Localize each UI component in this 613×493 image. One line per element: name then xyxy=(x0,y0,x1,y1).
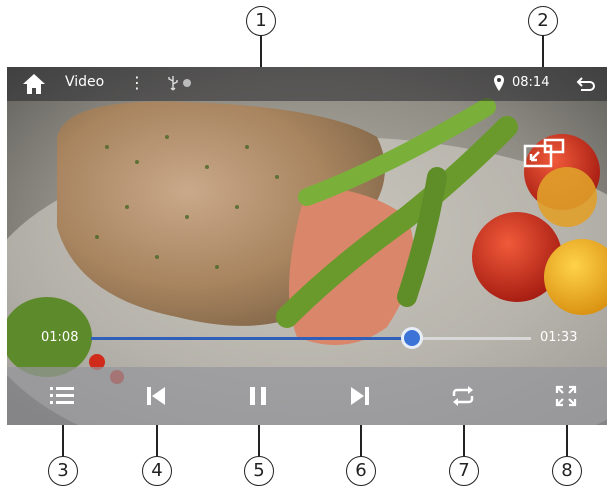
playlist-button[interactable] xyxy=(45,379,79,413)
callout-1: 1 xyxy=(246,6,276,36)
total-time: 01:33 xyxy=(540,330,578,345)
list-icon xyxy=(50,387,74,404)
top-status-bar: Video ⋮ 08:14 xyxy=(7,67,607,101)
app-title: Video xyxy=(65,74,105,90)
skip-next-icon xyxy=(351,387,369,405)
progress-bar[interactable] xyxy=(91,327,531,349)
control-bar xyxy=(7,367,607,425)
picture-in-picture-icon[interactable] xyxy=(523,138,565,170)
progress-fill xyxy=(91,337,413,340)
fullscreen-icon xyxy=(555,385,577,407)
next-button[interactable] xyxy=(343,379,377,413)
status-dot xyxy=(183,79,191,87)
clock: 08:14 xyxy=(512,75,550,90)
callout-4-line xyxy=(156,424,158,456)
callout-2: 2 xyxy=(528,6,558,36)
video-player-screen: Video ⋮ 08:14 01:08 01:33 xyxy=(7,67,607,425)
home-icon[interactable] xyxy=(21,72,47,96)
progress-handle[interactable] xyxy=(401,327,424,349)
callout-8: 8 xyxy=(552,456,582,486)
back-icon[interactable] xyxy=(575,74,597,94)
callout-7: 7 xyxy=(449,456,479,486)
callout-3: 3 xyxy=(48,456,78,486)
skip-previous-icon xyxy=(147,387,165,405)
callout-6-line xyxy=(360,424,362,456)
progress-area: 01:08 01:33 xyxy=(7,325,607,355)
menu-icon[interactable]: ⋮ xyxy=(129,73,145,93)
pause-icon xyxy=(250,387,266,405)
repeat-icon xyxy=(452,386,474,406)
previous-button[interactable] xyxy=(139,379,173,413)
pause-button[interactable] xyxy=(241,379,275,413)
callout-8-line xyxy=(566,424,568,456)
callout-7-line xyxy=(463,424,465,456)
callout-6: 6 xyxy=(346,456,376,486)
fullscreen-button[interactable] xyxy=(549,379,583,413)
callout-5-line xyxy=(258,424,260,456)
callout-5: 5 xyxy=(244,456,274,486)
usb-icon xyxy=(168,76,178,91)
location-icon xyxy=(494,75,504,91)
callout-4: 4 xyxy=(142,456,172,486)
callout-3-line xyxy=(62,424,64,456)
repeat-button[interactable] xyxy=(446,379,480,413)
current-time: 01:08 xyxy=(41,330,79,345)
